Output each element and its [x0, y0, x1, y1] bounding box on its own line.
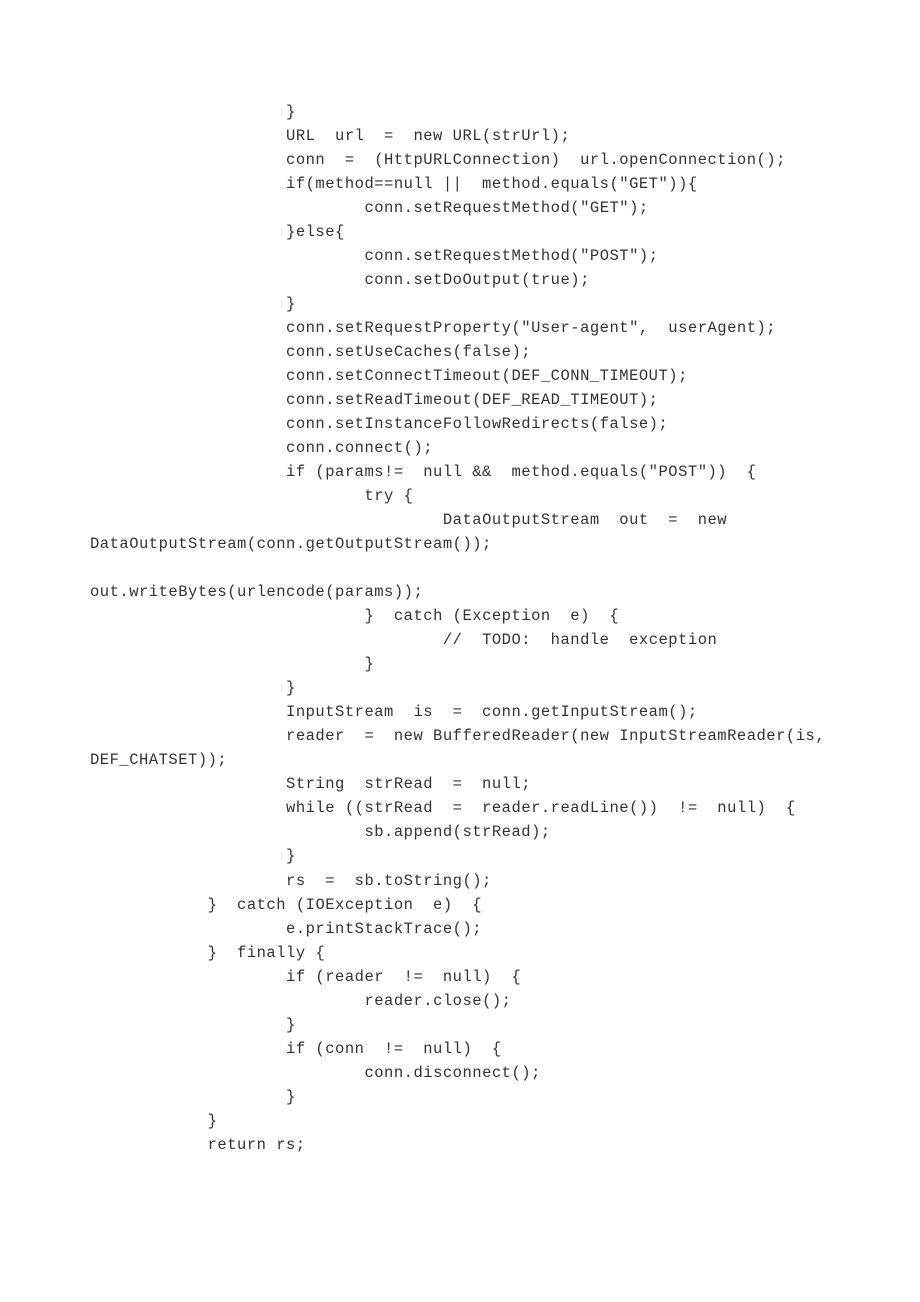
- code-block: } URL url = new URL(strUrl); conn = (Htt…: [90, 100, 840, 1157]
